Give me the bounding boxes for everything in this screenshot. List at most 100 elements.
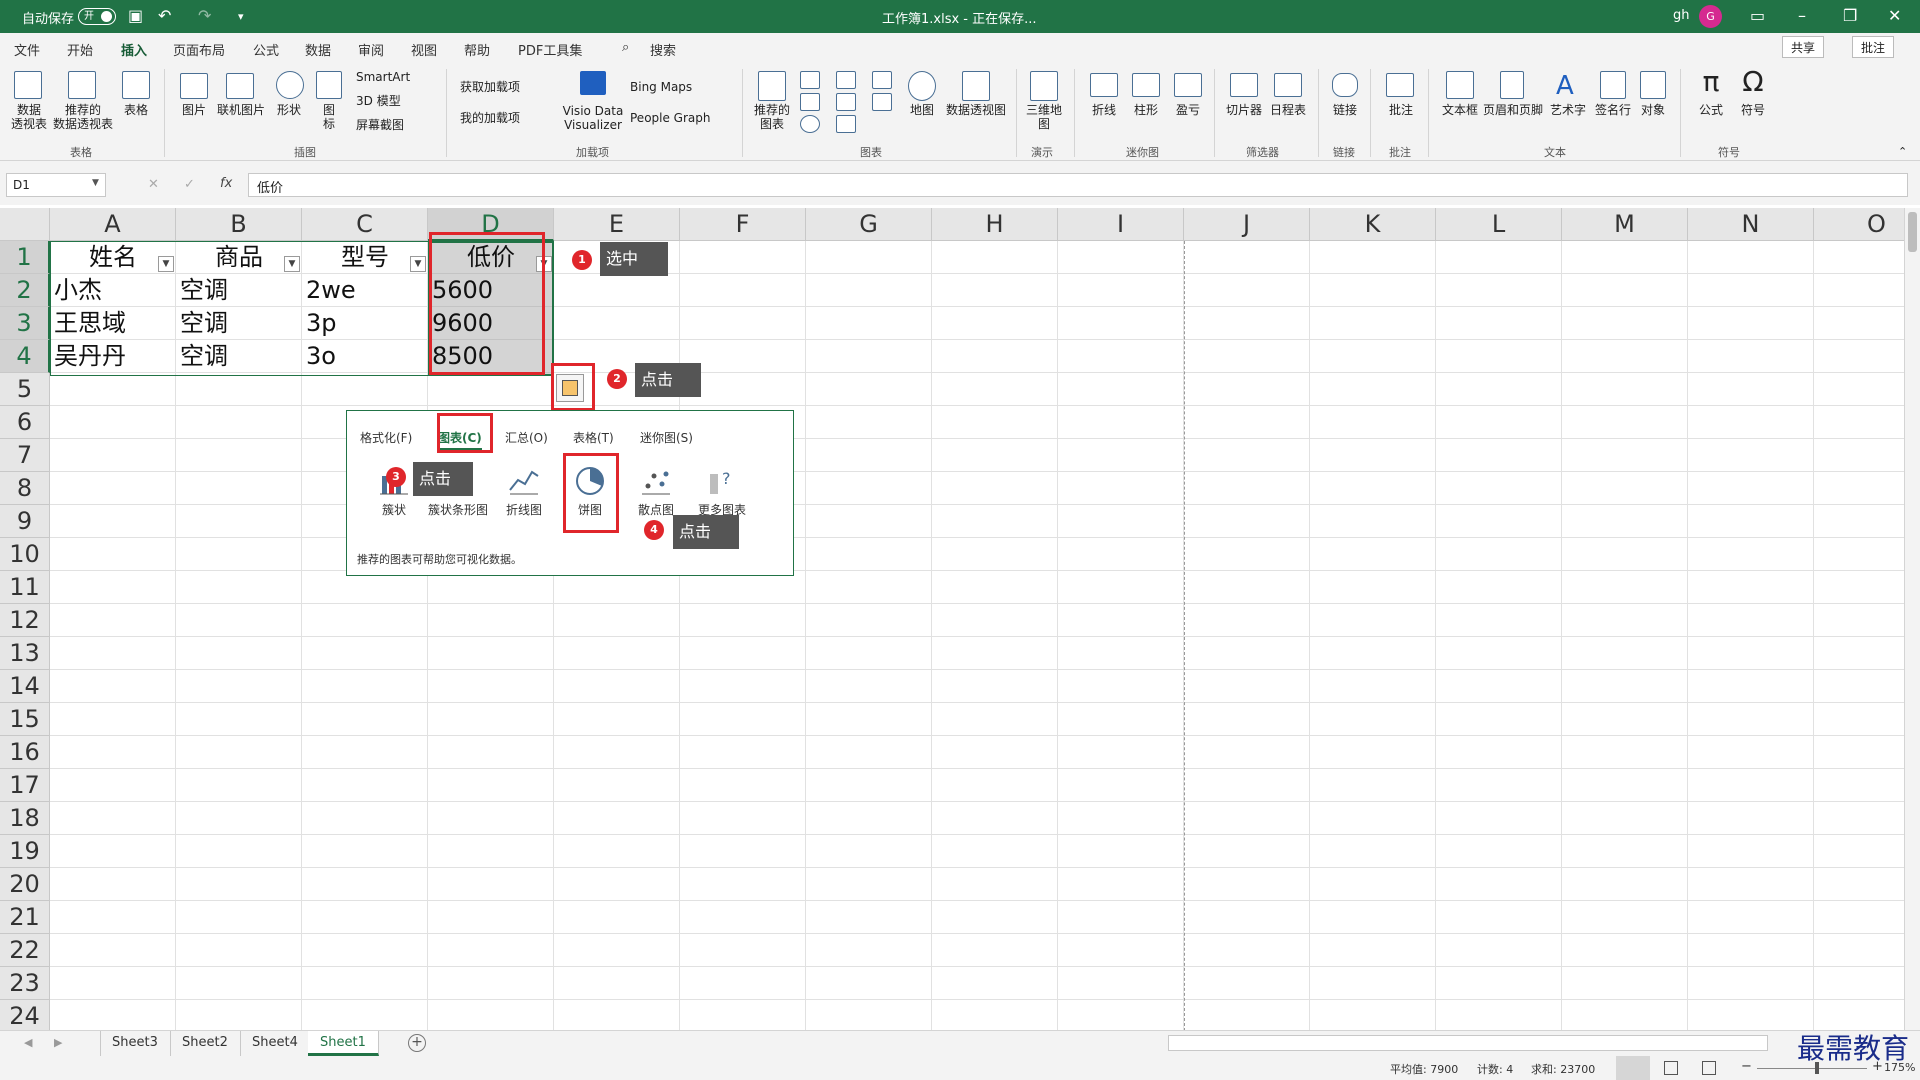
row-header[interactable]: 2 <box>0 274 50 307</box>
column-header[interactable]: J <box>1184 208 1310 241</box>
qa-scatter[interactable]: 散点图 <box>629 466 683 517</box>
link-button[interactable]: 链接 <box>1328 103 1362 117</box>
search-icon[interactable]: ⌕ <box>622 40 629 55</box>
symbol-icon[interactable]: Ω <box>1738 67 1768 97</box>
row-header[interactable]: 4 <box>0 340 50 373</box>
row-header[interactable]: 8 <box>0 472 50 505</box>
pivot-table-button[interactable]: 数据 透视表 <box>6 103 52 131</box>
tab-data[interactable]: 数据 <box>305 40 331 59</box>
shapes-icon[interactable] <box>276 71 304 99</box>
row-header[interactable]: 19 <box>0 835 50 868</box>
collapse-ribbon-icon[interactable]: ⌃ <box>1898 145 1907 159</box>
enter-icon[interactable]: ✓ <box>184 177 195 192</box>
select-all-corner[interactable] <box>0 208 50 241</box>
statistic-chart-icon[interactable] <box>836 93 856 111</box>
recommended-charts-icon[interactable] <box>758 71 786 101</box>
recommended-pivot-icon[interactable] <box>68 71 96 99</box>
sparkline-winloss-button[interactable]: 盈亏 <box>1172 103 1204 117</box>
wordart-button[interactable]: 艺术字 <box>1546 103 1590 117</box>
cancel-icon[interactable]: ✕ <box>148 177 159 192</box>
qa-tab-formatting[interactable]: 格式化(F) <box>360 429 412 446</box>
name-box-dropdown-icon[interactable]: ▼ <box>92 178 99 188</box>
sparkline-line-button[interactable]: 折线 <box>1088 103 1120 117</box>
textbox-icon[interactable] <box>1446 71 1474 99</box>
table-cell[interactable]: 3o <box>302 340 428 373</box>
tab-insert[interactable]: 插入 <box>121 40 148 64</box>
scroll-left-icon[interactable]: ◀ <box>24 1036 32 1049</box>
timeline-icon[interactable] <box>1274 73 1302 97</box>
sparkline-winloss-icon[interactable] <box>1174 73 1202 97</box>
column-header[interactable]: B <box>176 208 302 241</box>
zoom-out-icon[interactable]: − <box>1741 1059 1752 1074</box>
row-header[interactable]: 14 <box>0 670 50 703</box>
column-header[interactable]: A <box>50 208 176 241</box>
close-icon[interactable]: ✕ <box>1888 6 1901 25</box>
my-addins-button[interactable]: 我的加载项 <box>460 111 520 125</box>
row-header[interactable]: 15 <box>0 703 50 736</box>
signature-line-icon[interactable] <box>1600 71 1626 99</box>
ribbon-display-icon[interactable]: ▭ <box>1750 6 1765 25</box>
comment-button[interactable]: 批注 <box>1384 103 1418 117</box>
customize-qat-icon[interactable]: ▾ <box>238 10 244 23</box>
wordart-icon[interactable]: A <box>1556 71 1582 101</box>
qa-line[interactable]: 折线图 <box>497 466 551 517</box>
tab-view[interactable]: 视图 <box>411 40 437 59</box>
shapes-button[interactable]: 形状 <box>270 103 308 117</box>
horizontal-scrollbar[interactable] <box>1168 1035 1768 1051</box>
insert-function-icon[interactable]: fx <box>220 176 232 191</box>
column-header[interactable]: G <box>806 208 932 241</box>
row-header[interactable]: 22 <box>0 934 50 967</box>
qa-more-charts[interactable]: ? 更多图表 <box>695 466 749 517</box>
scroll-thumb[interactable] <box>1908 212 1917 252</box>
table-cell[interactable]: 空调 <box>176 340 302 373</box>
get-addins-button[interactable]: 获取加载项 <box>460 80 520 94</box>
header-footer-button[interactable]: 页眉和页脚 <box>1482 103 1544 117</box>
timeline-button[interactable]: 日程表 <box>1266 103 1310 117</box>
recommended-charts-button[interactable]: 推荐的 图表 <box>750 103 794 131</box>
tab-page-layout[interactable]: 页面布局 <box>173 40 225 59</box>
smartart-button[interactable]: SmartArt <box>356 70 410 84</box>
tab-pdf-tools[interactable]: PDF工具集 <box>518 40 582 59</box>
sparkline-line-icon[interactable] <box>1090 73 1118 97</box>
table-cell[interactable]: 2we <box>302 274 428 307</box>
qa-tab-totals[interactable]: 汇总(O) <box>505 429 548 446</box>
comments-button[interactable]: 批注 <box>1852 36 1895 58</box>
recommended-pivot-button[interactable]: 推荐的 数据透视表 <box>50 103 116 131</box>
visio-icon[interactable] <box>580 71 606 95</box>
row-header[interactable]: 3 <box>0 307 50 340</box>
autosave-toggle[interactable]: 开 <box>78 8 116 25</box>
table-cell[interactable]: 小杰 <box>50 274 176 307</box>
pivot-chart-button[interactable]: 数据透视图 <box>942 103 1010 117</box>
sheet-tab-sheet1[interactable]: Sheet1 <box>308 1031 379 1056</box>
3d-map-icon[interactable] <box>1030 71 1058 101</box>
scroll-right-icon[interactable]: ▶ <box>54 1036 62 1049</box>
column-header[interactable]: I <box>1058 208 1184 241</box>
page-layout-view-icon[interactable] <box>1664 1061 1678 1075</box>
textbox-button[interactable]: 文本框 <box>1438 103 1482 117</box>
row-header[interactable]: 23 <box>0 967 50 1000</box>
row-header[interactable]: 1 <box>0 241 50 274</box>
link-icon[interactable] <box>1332 73 1358 97</box>
table-button[interactable]: 表格 <box>116 103 156 117</box>
symbol-button[interactable]: 符号 <box>1734 103 1772 117</box>
share-button[interactable]: 共享 <box>1782 36 1825 58</box>
table-cell[interactable]: 空调 <box>176 274 302 307</box>
online-picture-icon[interactable] <box>226 73 254 99</box>
maps-button[interactable]: 地图 <box>906 103 938 117</box>
hierarchy-chart-icon[interactable] <box>836 71 856 89</box>
people-graph-button[interactable]: People Graph <box>630 111 711 125</box>
scatter-chart-icon[interactable] <box>836 115 856 133</box>
row-header[interactable]: 12 <box>0 604 50 637</box>
undo-icon[interactable]: ↶ <box>158 6 171 25</box>
icons-button[interactable]: 图标 <box>316 103 342 131</box>
redo-icon[interactable]: ↷ <box>198 6 211 25</box>
waterfall-chart-icon[interactable] <box>872 71 892 89</box>
slicer-button[interactable]: 切片器 <box>1224 103 1264 117</box>
row-header[interactable]: 9 <box>0 505 50 538</box>
column-header[interactable]: L <box>1436 208 1562 241</box>
picture-icon[interactable] <box>180 73 208 99</box>
row-header[interactable]: 6 <box>0 406 50 439</box>
tab-help[interactable]: 帮助 <box>464 40 490 59</box>
row-header[interactable]: 5 <box>0 373 50 406</box>
sheet-tab-sheet2[interactable]: Sheet2 <box>170 1031 241 1056</box>
